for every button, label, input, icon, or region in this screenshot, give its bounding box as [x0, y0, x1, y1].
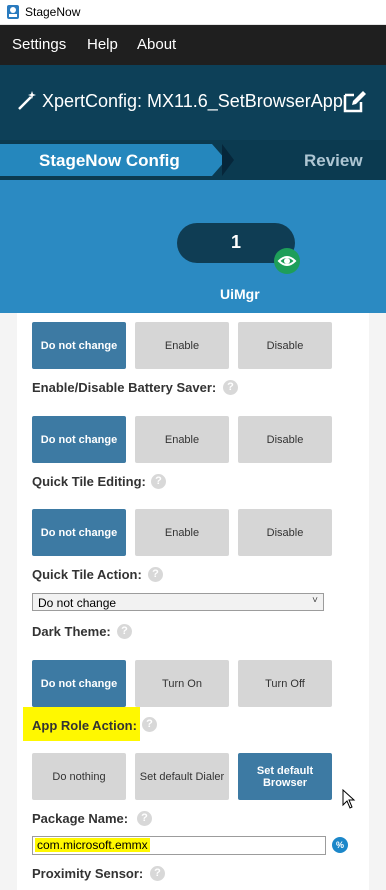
dark-theme-turn-on-button[interactable]: Turn On — [135, 660, 229, 707]
quick-tile-editing-help-icon[interactable]: ? — [151, 474, 166, 489]
package-name-input[interactable]: com.microsoft.emmx — [32, 836, 326, 855]
proximity-sensor-label: Proximity Sensor: — [32, 866, 144, 881]
mouse-cursor-icon — [342, 789, 356, 809]
package-name-value: com.microsoft.emmx — [35, 838, 150, 852]
top-option-enable-button[interactable]: Enable — [135, 322, 229, 369]
config-title: XpertConfig: MX11.6_SetBrowserApp — [42, 91, 343, 111]
top-option-do-not-change-button[interactable]: Do not change — [32, 322, 126, 369]
window-title: StageNow — [25, 5, 81, 19]
quick-tile-editing-enable-button[interactable]: Enable — [135, 509, 229, 556]
menu-bar: Settings Help About — [0, 25, 386, 65]
magic-wand-icon — [18, 91, 36, 110]
quick-tile-action-value: Do not change — [38, 596, 117, 610]
tab-stagenow-config-label: StageNow Config — [39, 151, 180, 170]
app-role-set-default-dialer-button[interactable]: Set default Dialer — [135, 753, 229, 800]
battery-saver-disable-button[interactable]: Disable — [238, 416, 332, 463]
package-name-help-icon[interactable]: ? — [137, 811, 152, 826]
tab-stagenow-config[interactable]: StageNow Config — [0, 144, 226, 176]
tab-review[interactable]: Review — [304, 151, 363, 171]
battery-saver-enable-button[interactable]: Enable — [135, 416, 229, 463]
menu-about[interactable]: About — [137, 36, 176, 53]
dark-theme-help-icon[interactable]: ? — [117, 624, 132, 639]
left-margin — [0, 313, 17, 890]
battery-saver-do-not-change-button[interactable]: Do not change — [32, 416, 126, 463]
battery-saver-label: Enable/Disable Battery Saver: — [32, 380, 217, 395]
app-role-set-default-browser-button[interactable]: Set default Browser — [238, 753, 332, 800]
wizard-tabs: StageNow Config Review — [0, 140, 386, 180]
stagenow-app-icon — [7, 5, 19, 19]
window-titlebar: StageNow — [0, 0, 386, 25]
top-option-disable-button[interactable]: Disable — [238, 322, 332, 369]
quick-tile-action-label: Quick Tile Action: — [32, 567, 142, 582]
dark-theme-label: Dark Theme: — [32, 624, 111, 639]
step-area: 1 UiMgr — [0, 180, 386, 313]
right-margin — [369, 313, 386, 890]
quick-tile-editing-disable-button[interactable]: Disable — [238, 509, 332, 556]
quick-tile-action-help-icon[interactable]: ? — [148, 567, 163, 582]
eye-icon[interactable] — [274, 248, 300, 274]
dark-theme-do-not-change-button[interactable]: Do not change — [32, 660, 126, 707]
percent-variable-icon[interactable]: % — [332, 837, 348, 853]
app-role-do-nothing-button[interactable]: Do nothing — [32, 753, 126, 800]
package-name-label: Package Name: — [32, 811, 129, 826]
tab-separator — [222, 144, 234, 176]
dark-theme-turn-off-button[interactable]: Turn Off — [238, 660, 332, 707]
chevron-down-icon: ˅ — [312, 595, 318, 606]
app-role-action-label: App Role Action: — [32, 718, 137, 733]
step-name: UiMgr — [220, 286, 260, 302]
menu-settings[interactable]: Settings — [12, 36, 66, 53]
quick-tile-editing-do-not-change-button[interactable]: Do not change — [32, 509, 126, 556]
battery-saver-help-icon[interactable]: ? — [223, 380, 238, 395]
menu-help[interactable]: Help — [87, 36, 118, 53]
proximity-sensor-help-icon[interactable]: ? — [150, 866, 165, 881]
edit-icon[interactable] — [341, 87, 369, 115]
app-role-action-help-icon[interactable]: ? — [142, 717, 157, 732]
quick-tile-action-select[interactable]: Do not change ˅ — [32, 593, 324, 611]
quick-tile-editing-label: Quick Tile Editing: — [32, 474, 146, 489]
config-header: XpertConfig: MX11.6_SetBrowserApp — [0, 65, 386, 140]
